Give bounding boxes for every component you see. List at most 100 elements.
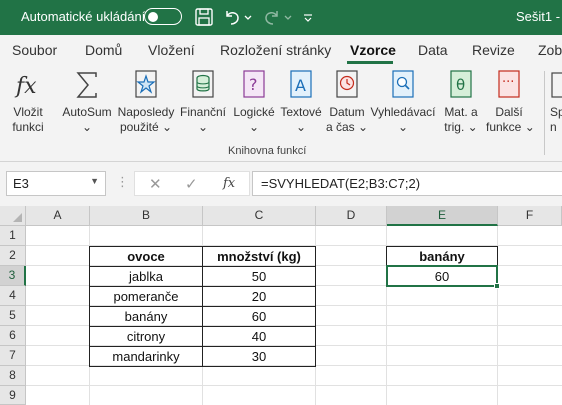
chevron-down-icon[interactable] [283, 7, 293, 27]
row-header-3[interactable]: 3 [0, 266, 26, 286]
tab-revize[interactable]: Revize [472, 42, 515, 58]
more-functions-button[interactable]: ··· Další funkce ⌄ [486, 69, 535, 135]
column-header-c[interactable]: C [203, 206, 316, 226]
cell-b7[interactable]: mandarinky [89, 346, 203, 367]
file-name: Sešit1 - [516, 9, 561, 24]
function-library-group-label: Knihovna funkcí [228, 145, 307, 157]
math-trig-button[interactable]: θ Mat. a trig. ⌄ [440, 69, 482, 135]
row-header-6[interactable]: 6 [0, 326, 26, 346]
column-header-f[interactable]: F [498, 206, 562, 226]
chevron-down-icon[interactable] [243, 7, 253, 27]
cell-c6[interactable]: 40 [202, 326, 316, 347]
insert-function-icon[interactable]: fx [223, 176, 235, 191]
tab-vzorce[interactable]: Vzorce [350, 42, 396, 58]
row-header-9[interactable]: 9 [0, 386, 26, 405]
formula-bar: E3 ▼ ⋮ ✕ ✓ fx =SVYHLEDAT(E2;B3:C7;2) [0, 162, 562, 206]
text-button[interactable]: A Textové ⌄ [279, 69, 323, 135]
svg-text:fx: fx [14, 74, 37, 99]
lookup-button[interactable]: Vyhledávací ⌄ [370, 69, 436, 135]
question-book-icon: ? [243, 70, 265, 98]
insert-function-button[interactable]: fx Vložit funkci [6, 69, 50, 135]
formula-input[interactable]: =SVYHLEDAT(E2;B3:C7;2) [252, 171, 562, 196]
autosum-label: AutoSum [62, 105, 112, 119]
undo-icon[interactable] [222, 7, 242, 27]
financial-button[interactable]: Finanční ⌄ [179, 69, 227, 135]
cell-c7[interactable]: 30 [202, 346, 316, 367]
tab-vlozeni[interactable]: Vložení [148, 42, 195, 58]
name-manager-label-2: n [550, 120, 557, 134]
name-box[interactable]: E3 ▼ [6, 171, 106, 196]
chevron-down-icon[interactable]: ⌄ [231, 120, 277, 135]
insert-function-label-2: funkci [12, 120, 44, 134]
lookup-label: Vyhledávací [370, 105, 436, 119]
autosave-toggle[interactable] [144, 8, 182, 25]
date-time-button[interactable]: Datum a čas ⌄ [325, 69, 369, 135]
customize-quick-access-icon[interactable] [302, 7, 314, 27]
column-header-d[interactable]: D [316, 206, 387, 226]
more-functions-label-2: funkce [486, 120, 522, 134]
tab-zobrazeni[interactable]: Zob [538, 42, 562, 58]
active-tab-indicator [347, 61, 393, 64]
chevron-down-icon[interactable]: ⌄ [179, 120, 227, 135]
cell-c5[interactable]: 60 [202, 306, 316, 327]
cell-b5[interactable]: banány [89, 306, 203, 327]
formula-buttons: ✕ ✓ fx [134, 171, 250, 196]
ribbon-tabs: Soubor Domů Vložení Rozložení stránky Vz… [0, 35, 562, 65]
row-header-1[interactable]: 1 [0, 226, 26, 246]
cell-b3[interactable]: jablka [89, 266, 203, 287]
logical-button[interactable]: ? Logické ⌄ [231, 69, 277, 135]
gridline [26, 385, 562, 386]
save-icon[interactable] [194, 7, 214, 27]
select-all-button[interactable] [0, 206, 26, 226]
row-header-8[interactable]: 8 [0, 366, 26, 386]
autosum-button[interactable]: AutoSum ⌄ [60, 69, 114, 135]
active-cell-outline [386, 265, 498, 287]
tab-data[interactable]: Data [418, 42, 448, 58]
more-book-icon: ··· [498, 70, 520, 98]
math-trig-label: Mat. a [444, 105, 478, 119]
date-time-label-2: a čas [325, 120, 355, 134]
text-label: Textové [280, 105, 322, 119]
chevron-down-icon[interactable]: ⌄ [279, 120, 323, 135]
svg-text:?: ? [249, 75, 258, 94]
tab-domu[interactable]: Domů [85, 42, 122, 58]
math-trig-label-2: trig. [444, 120, 465, 134]
svg-text:A: A [295, 76, 306, 95]
fx-icon: fx [14, 74, 37, 99]
recently-used-button[interactable]: Naposledy použité ⌄ [116, 69, 176, 135]
title-bar: Automatické ukládání Sešit1 - [0, 0, 562, 35]
resize-handle[interactable]: ⋮ [116, 174, 129, 190]
fill-handle[interactable] [494, 283, 500, 289]
cell-b6[interactable]: citrony [89, 326, 203, 347]
cell-c3[interactable]: 50 [202, 266, 316, 287]
enter-icon[interactable]: ✓ [185, 175, 198, 193]
chevron-down-icon[interactable]: ▼ [90, 176, 99, 186]
column-header-e[interactable]: E [387, 206, 498, 226]
cell-c2[interactable]: množství (kg) [202, 246, 316, 267]
cell-e2[interactable]: banány [386, 246, 498, 267]
redo-icon[interactable] [262, 7, 282, 27]
cell-b4[interactable]: pomeranče [89, 286, 203, 307]
row-header-7[interactable]: 7 [0, 346, 26, 366]
cell-b2[interactable]: ovoce [89, 246, 203, 267]
financial-label: Finanční [179, 105, 227, 119]
cell-c4[interactable]: 20 [202, 286, 316, 307]
tab-soubor[interactable]: Soubor [12, 42, 57, 58]
name-manager-label: Sp [550, 105, 562, 119]
column-header-b[interactable]: B [90, 206, 203, 226]
column-header-a[interactable]: A [26, 206, 90, 226]
row-header-2[interactable]: 2 [0, 246, 26, 266]
row-header-4[interactable]: 4 [0, 286, 26, 306]
name-box-value: E3 [13, 176, 29, 191]
chevron-down-icon[interactable]: ⌄ [60, 120, 114, 135]
name-manager-button[interactable]: Sp n [550, 69, 562, 135]
date-time-label: Datum [329, 105, 365, 119]
recently-used-label: Naposledy [117, 105, 175, 119]
tab-rozlozeni-stranky[interactable]: Rozložení stránky [220, 42, 331, 58]
chevron-down-icon[interactable]: ⌄ [370, 120, 436, 135]
sigma-icon [76, 72, 97, 98]
row-header-5[interactable]: 5 [0, 306, 26, 326]
coins-icon [192, 70, 214, 98]
theta-book-icon: θ [450, 70, 472, 98]
cancel-icon[interactable]: ✕ [149, 175, 162, 193]
